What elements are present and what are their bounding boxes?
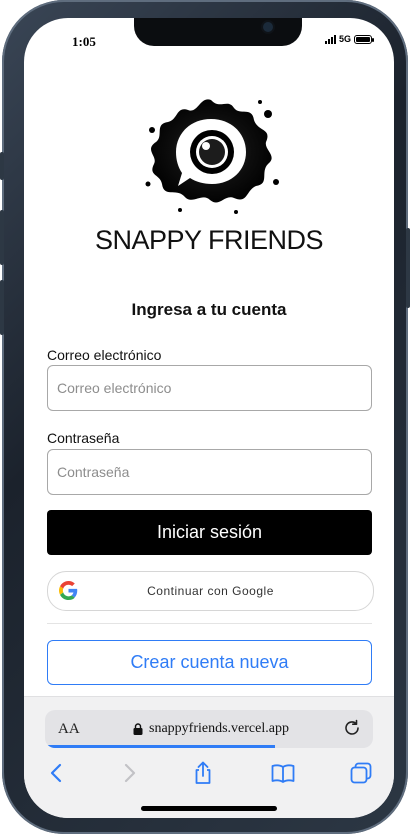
reader-options-button[interactable]: AA bbox=[58, 721, 80, 738]
back-icon[interactable] bbox=[44, 760, 70, 786]
email-field[interactable] bbox=[47, 365, 372, 411]
create-account-button[interactable]: Crear cuenta nueva bbox=[47, 640, 372, 685]
address-bar[interactable]: AA snappyfriends.vercel.app bbox=[45, 710, 373, 748]
url-display[interactable]: snappyfriends.vercel.app bbox=[133, 721, 289, 737]
divider bbox=[47, 623, 372, 624]
lock-icon bbox=[133, 723, 143, 735]
front-camera bbox=[263, 22, 273, 32]
tabs-icon[interactable] bbox=[348, 760, 374, 786]
google-button-label: Continuar con Google bbox=[147, 584, 274, 598]
google-login-button[interactable]: Continuar con Google bbox=[47, 571, 374, 611]
brand-name: SNAPPY FRIENDS bbox=[94, 225, 324, 255]
password-label: Contraseña bbox=[47, 430, 120, 446]
page-load-progress bbox=[45, 745, 275, 748]
google-icon bbox=[59, 581, 78, 600]
volume-down-button bbox=[0, 280, 4, 335]
signal-icon bbox=[324, 34, 336, 44]
screen: 1:05 5G SNAPPY FRIENDS Ingresa a tu cuen… bbox=[24, 18, 394, 818]
power-button bbox=[406, 228, 410, 308]
share-icon[interactable] bbox=[190, 760, 216, 786]
login-button[interactable]: Iniciar sesión bbox=[47, 510, 372, 555]
phone-frame: 1:05 5G SNAPPY FRIENDS Ingresa a tu cuen… bbox=[0, 0, 410, 834]
home-indicator bbox=[141, 806, 277, 811]
reload-icon[interactable] bbox=[342, 718, 362, 738]
page-title: Ingresa a tu cuenta bbox=[131, 300, 287, 319]
network-type: 5G bbox=[338, 34, 351, 44]
url-text: snappyfriends.vercel.app bbox=[149, 721, 289, 736]
notch bbox=[134, 18, 302, 46]
status-time: 1:05 bbox=[72, 34, 96, 49]
silent-switch bbox=[0, 152, 4, 180]
email-label: Correo electrónico bbox=[47, 347, 162, 363]
password-field[interactable] bbox=[47, 449, 372, 495]
snappy-friends-logo-icon bbox=[145, 99, 279, 214]
forward-icon[interactable] bbox=[116, 760, 142, 786]
battery-icon bbox=[354, 34, 374, 44]
status-indicators: 5G bbox=[324, 34, 374, 44]
bookmarks-icon[interactable] bbox=[270, 760, 296, 786]
volume-up-button bbox=[0, 210, 4, 265]
browser-toolbar: AA snappyfriends.vercel.app bbox=[24, 696, 394, 818]
